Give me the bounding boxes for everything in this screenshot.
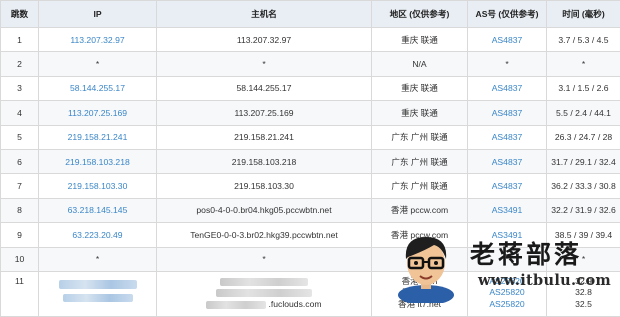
ip-cell: * <box>39 247 157 271</box>
time-cell: 5.5 / 2.4 / 44.1 <box>547 101 620 125</box>
watermark: 老蒋部落 www.itbulu.com <box>392 229 620 303</box>
host-cell: TenGE0-0-0-3.br02.hkg39.pccwbtn.net <box>157 223 372 247</box>
hop-cell: 5 <box>1 125 39 149</box>
hop-cell: 8 <box>1 198 39 222</box>
host-cell: 219.158.21.241 <box>157 125 372 149</box>
redacted-host <box>216 289 312 297</box>
asn-cell: AS4837 <box>468 28 547 52</box>
asn-link[interactable]: AS4837 <box>492 132 523 142</box>
table-row: 6 219.158.103.218 219.158.103.218 广东 广州 … <box>1 149 620 173</box>
asn-link[interactable]: AS4837 <box>492 108 523 118</box>
ip-link[interactable]: 219.158.103.218 <box>65 157 130 167</box>
table-row: 8 63.218.145.145 pos0-4-0-0.br04.hkg05.p… <box>1 198 620 222</box>
host-cell: * <box>157 247 372 271</box>
table-row: 5 219.158.21.241 219.158.21.241 广东 广州 联通… <box>1 125 620 149</box>
hop-cell: 6 <box>1 149 39 173</box>
hop-cell: 10 <box>1 247 39 271</box>
ip-cell: * <box>39 52 157 76</box>
table-row: 4 113.207.25.169 113.207.25.169 重庆 联通 AS… <box>1 101 620 125</box>
host-cell: 113.207.25.169 <box>157 101 372 125</box>
host-cell: 219.158.103.218 <box>157 149 372 173</box>
watermark-url: www.itbulu.com <box>478 272 611 289</box>
host-cell: * <box>157 52 372 76</box>
time-cell: 3.1 / 1.5 / 2.6 <box>547 76 620 100</box>
region-cell: 重庆 联通 <box>372 101 468 125</box>
time-cell: 26.3 / 24.7 / 28 <box>547 125 620 149</box>
redacted-host <box>206 301 266 309</box>
watermark-name: 老蒋部落 <box>470 235 582 271</box>
time-cell: 36.2 / 33.3 / 30.8 <box>547 174 620 198</box>
hop-cell: 1 <box>1 28 39 52</box>
region-cell: N/A <box>372 52 468 76</box>
redacted-ip <box>63 294 133 302</box>
asn-link[interactable]: AS4837 <box>492 83 523 93</box>
hop-cell: 7 <box>1 174 39 198</box>
ip-link[interactable]: 63.223.20.49 <box>72 230 122 240</box>
table-row: 1 113.207.32.97 113.207.32.97 重庆 联通 AS48… <box>1 28 620 52</box>
hop-cell: 3 <box>1 76 39 100</box>
host-cell: 58.144.255.17 <box>157 76 372 100</box>
host-cell: 219.158.103.30 <box>157 174 372 198</box>
host-suffix: .fuclouds.com <box>268 299 321 311</box>
region-cell: 重庆 联通 <box>372 76 468 100</box>
time-cell: 3.7 / 5.3 / 4.5 <box>547 28 620 52</box>
ip-cell: 63.218.145.145 <box>39 198 157 222</box>
table-header-row: 跳数 IP 主机名 地区 (仅供参考) AS号 (仅供参考) 时间 (毫秒) <box>1 1 620 28</box>
table-row: 7 219.158.103.30 219.158.103.30 广东 广州 联通… <box>1 174 620 198</box>
time-cell: 32.2 / 31.9 / 32.6 <box>547 198 620 222</box>
host-cell: pos0-4-0-0.br04.hkg05.pccwbtn.net <box>157 198 372 222</box>
table-row: 3 58.144.255.17 58.144.255.17 重庆 联通 AS48… <box>1 76 620 100</box>
hop-cell: 11 <box>1 271 39 316</box>
time-cell: 31.7 / 29.1 / 32.4 <box>547 149 620 173</box>
host-cell-redacted: .fuclouds.com <box>157 271 372 316</box>
header-hop: 跳数 <box>1 1 39 28</box>
hop-cell: 4 <box>1 101 39 125</box>
ip-cell: 219.158.103.30 <box>39 174 157 198</box>
asn-link[interactable]: AS4837 <box>492 35 523 45</box>
ip-cell: 219.158.21.241 <box>39 125 157 149</box>
region-cell: 广东 广州 联通 <box>372 149 468 173</box>
ip-link[interactable]: 58.144.255.17 <box>70 83 125 93</box>
ip-cell: 113.207.32.97 <box>39 28 157 52</box>
asn-link[interactable]: AS3491 <box>492 205 523 215</box>
avatar-icon <box>394 229 458 303</box>
ip-link[interactable]: 113.207.32.97 <box>70 35 124 45</box>
asn-link[interactable]: AS4837 <box>492 157 523 167</box>
header-region: 地区 (仅供参考) <box>372 1 468 28</box>
ip-link[interactable]: 219.158.103.30 <box>68 181 128 191</box>
asn-link[interactable]: AS4837 <box>492 181 523 191</box>
ip-link[interactable]: 63.218.145.145 <box>68 205 128 215</box>
region-cell: 重庆 联通 <box>372 28 468 52</box>
ip-link[interactable]: 113.207.25.169 <box>68 108 127 118</box>
header-time: 时间 (毫秒) <box>547 1 620 28</box>
header-ip: IP <box>39 1 157 28</box>
region-cell: 广东 广州 联通 <box>372 125 468 149</box>
asn-cell: AS3491 <box>468 198 547 222</box>
ip-cell-redacted <box>39 271 157 316</box>
asn-cell: * <box>468 52 547 76</box>
header-asn: AS号 (仅供参考) <box>468 1 547 28</box>
time-cell: * <box>547 52 620 76</box>
table-row: 2 * * N/A * * <box>1 52 620 76</box>
asn-cell: AS4837 <box>468 174 547 198</box>
header-host: 主机名 <box>157 1 372 28</box>
ip-cell: 58.144.255.17 <box>39 76 157 100</box>
ip-cell: 63.223.20.49 <box>39 223 157 247</box>
asn-cell: AS4837 <box>468 101 547 125</box>
asn-cell: AS4837 <box>468 76 547 100</box>
region-cell: 香港 pccw.com <box>372 198 468 222</box>
redacted-ip <box>59 280 137 289</box>
ip-cell: 113.207.25.169 <box>39 101 157 125</box>
asn-cell: AS4837 <box>468 125 547 149</box>
region-cell: 广东 广州 联通 <box>372 174 468 198</box>
redacted-host <box>220 278 308 286</box>
asn-cell: AS4837 <box>468 149 547 173</box>
hop-cell: 2 <box>1 52 39 76</box>
host-cell: 113.207.32.97 <box>157 28 372 52</box>
ip-link[interactable]: 219.158.21.241 <box>68 132 128 142</box>
ip-cell: 219.158.103.218 <box>39 149 157 173</box>
hop-cell: 9 <box>1 223 39 247</box>
